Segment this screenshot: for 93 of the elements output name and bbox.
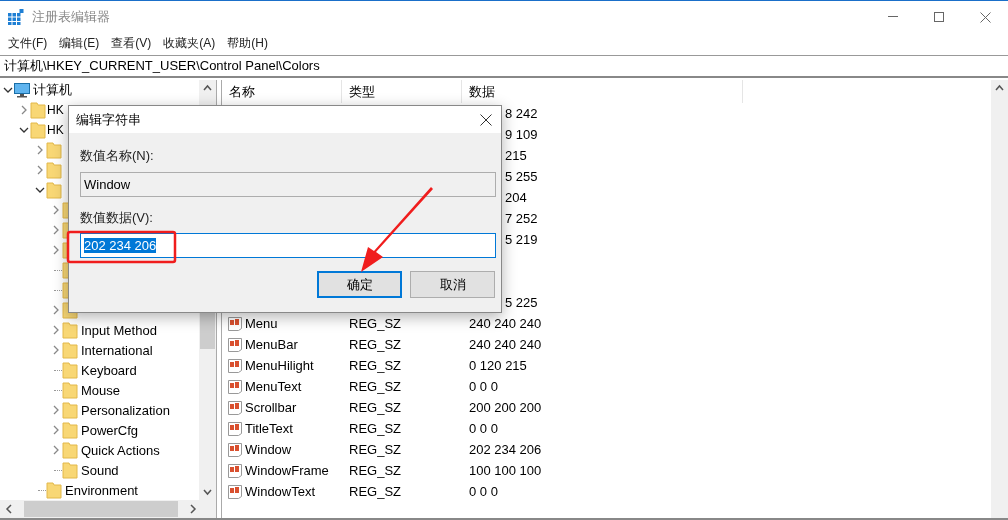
folder-icon bbox=[62, 381, 78, 399]
column-header[interactable]: 名称 bbox=[222, 80, 342, 103]
field-label: 数值数据(V): bbox=[80, 209, 154, 227]
app-icon bbox=[8, 9, 24, 25]
value-type: REG_SZ bbox=[348, 400, 402, 415]
folder-icon bbox=[62, 401, 78, 419]
folder-icon bbox=[62, 361, 78, 379]
folder-icon bbox=[62, 461, 78, 479]
dropdown-trigger[interactable]: 收藏夹(A) bbox=[157, 34, 222, 52]
value-data: 200 200 200 bbox=[469, 400, 542, 415]
field-label: 数值名称(N): bbox=[80, 147, 155, 165]
string-value-icon bbox=[227, 399, 243, 416]
value-data: 0 120 215 bbox=[469, 358, 527, 373]
tree-item[interactable]: International bbox=[81, 342, 153, 358]
string-value-icon bbox=[227, 357, 243, 374]
dropdown-trigger[interactable]: 编辑(E) bbox=[53, 34, 106, 52]
value-data: 204 bbox=[505, 190, 527, 205]
tree-item[interactable]: Mouse bbox=[81, 382, 121, 398]
dropdown-trigger[interactable]: 帮助(H) bbox=[221, 34, 274, 52]
scrollbar-thumb[interactable] bbox=[24, 501, 178, 517]
value-type: REG_SZ bbox=[348, 463, 402, 478]
close-icon[interactable] bbox=[979, 11, 991, 23]
value-name[interactable]: WindowText bbox=[245, 484, 316, 499]
tree-item[interactable]: HK bbox=[47, 103, 64, 117]
folder-icon bbox=[62, 441, 78, 459]
value-data: 8 242 bbox=[505, 106, 538, 121]
tree-item[interactable]: 计算机 bbox=[33, 81, 72, 99]
value-data: 5 219 bbox=[505, 232, 538, 247]
string-value-icon bbox=[227, 315, 243, 332]
value-data: 7 252 bbox=[505, 211, 538, 226]
window-title: 注册表编辑器 bbox=[32, 8, 110, 26]
cancel-button[interactable]: 取消 bbox=[410, 271, 495, 298]
folder-icon bbox=[30, 101, 46, 119]
tree-item[interactable]: Environment bbox=[65, 482, 138, 498]
value-name-field[interactable]: Window bbox=[80, 172, 496, 197]
computer-icon bbox=[14, 82, 30, 98]
folder-icon bbox=[30, 121, 46, 139]
value-type: REG_SZ bbox=[348, 442, 402, 457]
folder-icon bbox=[46, 481, 62, 499]
tree-item[interactable]: Keyboard bbox=[81, 362, 137, 378]
string-value-icon bbox=[227, 462, 243, 479]
tree-item[interactable]: PowerCfg bbox=[81, 422, 139, 438]
value-type: REG_SZ bbox=[348, 379, 402, 394]
folder-icon bbox=[46, 161, 62, 179]
value-type: REG_SZ bbox=[348, 484, 402, 499]
value-data-field[interactable]: 202 234 206 bbox=[80, 233, 496, 258]
value-name[interactable]: Scrollbar bbox=[245, 400, 297, 415]
value-name[interactable]: WindowFrame bbox=[245, 463, 329, 478]
string-value-icon bbox=[227, 420, 243, 437]
tree-item[interactable]: Input Method bbox=[81, 322, 157, 338]
value-data: 0 0 0 bbox=[469, 484, 498, 499]
minimize-icon[interactable] bbox=[888, 16, 898, 18]
value-data: 215 bbox=[505, 148, 527, 163]
tree-item[interactable]: Quick Actions bbox=[81, 442, 160, 458]
value-type: REG_SZ bbox=[348, 337, 402, 352]
value-name[interactable]: MenuHilight bbox=[245, 358, 314, 373]
value-name[interactable]: TitleText bbox=[245, 421, 293, 436]
value-data: 0 0 0 bbox=[469, 379, 498, 394]
value-data: 0 0 0 bbox=[469, 421, 498, 436]
value-name[interactable]: Menu bbox=[245, 316, 278, 331]
value-data: 240 240 240 bbox=[469, 337, 542, 352]
value-data: 9 109 bbox=[505, 127, 538, 142]
value-name[interactable]: MenuText bbox=[245, 379, 302, 394]
tree-item[interactable]: HK bbox=[47, 123, 64, 137]
value-name[interactable]: Window bbox=[245, 442, 292, 457]
dialog-title: 编辑字符串 bbox=[76, 110, 141, 129]
dropdown-trigger[interactable]: 文件(F) bbox=[2, 34, 54, 52]
value-data: 240 240 240 bbox=[469, 316, 542, 331]
value-data: 202 234 206 bbox=[469, 442, 542, 457]
folder-icon bbox=[62, 341, 78, 359]
string-value-icon bbox=[227, 483, 243, 500]
folder-icon bbox=[46, 181, 62, 199]
value-data: 5 225 bbox=[505, 295, 538, 310]
close-icon[interactable] bbox=[480, 113, 492, 126]
value-type: REG_SZ bbox=[348, 358, 402, 373]
value-name[interactable]: MenuBar bbox=[245, 337, 298, 352]
folder-icon bbox=[62, 421, 78, 439]
string-value-icon bbox=[227, 441, 243, 458]
column-header[interactable]: 类型 bbox=[342, 80, 462, 103]
value-data: 5 255 bbox=[505, 169, 538, 184]
string-value-icon bbox=[227, 378, 243, 395]
column-header[interactable]: 数据 bbox=[462, 80, 743, 103]
folder-icon bbox=[62, 321, 78, 339]
folder-icon bbox=[46, 141, 62, 159]
value-type: REG_SZ bbox=[348, 316, 402, 331]
ok-button[interactable]: 确定 bbox=[317, 271, 402, 298]
value-type: REG_SZ bbox=[348, 421, 402, 436]
value-data: 100 100 100 bbox=[469, 463, 542, 478]
dropdown-trigger[interactable]: 查看(V) bbox=[105, 34, 158, 52]
tree-item[interactable]: Personalization bbox=[81, 402, 170, 418]
maximize-icon[interactable] bbox=[934, 12, 944, 22]
string-value-icon bbox=[227, 336, 243, 353]
tree-item[interactable]: Sound bbox=[81, 462, 119, 478]
